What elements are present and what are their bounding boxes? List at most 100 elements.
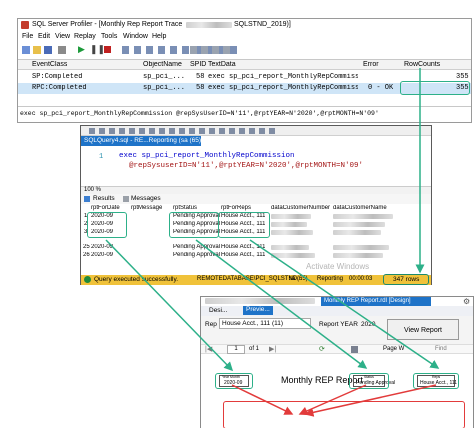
profiler-title-redacted	[186, 22, 232, 28]
row-customer-name-redacted	[333, 253, 383, 258]
ssms-toolbar-icons[interactable]	[89, 128, 279, 134]
col-rptfordate[interactable]: rptForDate	[91, 205, 120, 211]
open-icon[interactable]	[33, 46, 41, 54]
profiler-toolbar: ▶ ❚❚	[18, 44, 471, 57]
status-message: Query executed successfully.	[94, 276, 179, 283]
row-spid: 58	[196, 84, 205, 92]
menu-tools[interactable]: Tools	[101, 33, 117, 40]
col-datacustomername[interactable]: dataCustomerName	[333, 205, 387, 211]
row-number: 25	[83, 244, 90, 250]
row-customer-redacted	[271, 245, 309, 250]
new-trace-icon[interactable]	[22, 46, 30, 54]
row-error: 0 - OK	[368, 84, 394, 92]
tab-design[interactable]: Desi...	[209, 307, 227, 314]
annotation-red-body-box	[223, 401, 465, 428]
annotation-rows-box	[383, 274, 429, 285]
row-status: Pending Approval	[173, 252, 221, 258]
row-reps: House Acct., 111	[221, 244, 266, 250]
param-year-value[interactable]: 2020	[361, 321, 375, 328]
trace-statement: exec sp_pci_report_MonthlyRepCommission …	[20, 110, 379, 117]
param-year-label: Report YEAR	[319, 321, 358, 328]
view-report-button[interactable]: View Report	[387, 319, 459, 340]
next-page-icon[interactable]: ▶|	[269, 345, 276, 353]
stop-icon[interactable]	[104, 46, 111, 53]
row-customer-name-redacted	[333, 245, 389, 250]
tab-results[interactable]: Results	[93, 195, 115, 202]
ssms-query-editor[interactable]: 1 exec sp_pci_report_MonthlyRepCommissio…	[81, 146, 431, 186]
col-textdata[interactable]: TextData	[208, 61, 236, 68]
report-navigation: |◀ 1 of 1 ▶| ⟳ Page W Find	[201, 344, 473, 354]
results-grid: rptForDate rptMessage rptStatus rptForRe…	[81, 204, 431, 274]
row-date: 2020-09	[91, 252, 114, 258]
annotation-status-box	[169, 212, 219, 238]
editor-code-line2: @repSysuserID=N'11',@rptYEAR=N'2020',@rp…	[129, 162, 364, 170]
col-datacustomernumber[interactable]: dataCustomerNumber	[271, 205, 330, 211]
refresh-icon[interactable]: ⟳	[319, 345, 325, 353]
report-doc-tab-label: Monthly REP Report.rdl [Design]	[324, 298, 411, 304]
zoom-level[interactable]: 100 %	[84, 187, 101, 193]
messages-icon	[123, 196, 129, 202]
col-rptstatus[interactable]: rptStatus	[173, 205, 197, 211]
trace-statement-pane: exec sp_pci_report_MonthlyRepCommission …	[18, 106, 471, 123]
row-status: Pending Approval	[173, 244, 221, 250]
results-tabs: Results Messages	[81, 194, 431, 204]
menu-replay[interactable]: Replay	[74, 33, 96, 40]
menu-edit[interactable]: Edit	[38, 33, 50, 40]
status-database: Reporting	[317, 276, 344, 282]
tab-messages[interactable]: Messages	[131, 195, 161, 202]
row-reps: House Acct., 111	[221, 252, 266, 258]
report-doc-tab[interactable]: Monthly REP Report.rdl [Design]	[321, 297, 431, 306]
annotation-reps-box	[218, 212, 270, 238]
page-number-input[interactable]: 1	[227, 345, 245, 354]
row-customer-redacted	[271, 253, 315, 258]
report-parameters: Rep House Acct., 111 (11) Report YEAR 20…	[201, 316, 473, 344]
save-icon[interactable]	[44, 46, 52, 54]
status-success-icon	[84, 276, 91, 283]
ssms-window: SQLQuery4.sql - RE...Reporting (sa (65))…	[80, 125, 432, 285]
print-icon[interactable]	[351, 346, 358, 353]
profiler-menu-bar: File Edit View Replay Tools Window Help	[18, 32, 471, 43]
ssms-tab-label: SQLQuery4.sql - RE...Reporting (sa (65))…	[84, 137, 206, 144]
find-input[interactable]: Find	[435, 346, 447, 352]
col-objectname[interactable]: ObjectName	[143, 61, 182, 68]
pause-icon[interactable]: ❚❚	[90, 44, 105, 55]
menu-window[interactable]: Window	[123, 33, 148, 40]
page-width-select[interactable]: Page W	[383, 346, 404, 352]
col-spid[interactable]: SPID	[190, 61, 206, 68]
row-date: 2020-09	[91, 244, 114, 250]
row-number: 26	[83, 252, 90, 258]
col-eventclass[interactable]: EventClass	[32, 61, 67, 68]
col-rptforreps[interactable]: rptForReps	[221, 205, 251, 211]
col-error[interactable]: Error	[363, 61, 379, 68]
properties-icon[interactable]	[58, 46, 66, 54]
profiler-title-suffix: SQLSTND_2019)]	[234, 21, 291, 28]
run-icon[interactable]: ▶	[78, 44, 85, 55]
annotation-report-reps-box	[413, 373, 459, 389]
profiler-window: SQL Server Profiler - [Monthly Rep Repor…	[17, 18, 472, 123]
annotation-rowcount-box	[400, 81, 470, 95]
toolbar-icons-right[interactable]	[190, 46, 230, 54]
menu-file[interactable]: File	[22, 33, 33, 40]
param-rep-label: Rep	[205, 321, 217, 328]
results-row[interactable]: 26 2020-09 Pending Approval House Acct.,…	[81, 252, 431, 260]
menu-view[interactable]: View	[55, 33, 70, 40]
report-designer-window: Monthly REP Report.rdl [Design] ⚙ Desi..…	[200, 296, 474, 428]
row-customer-name-redacted	[333, 230, 381, 235]
results-row[interactable]: 25 2020-09 Pending Approval House Acct.,…	[81, 244, 431, 252]
first-page-icon[interactable]: |◀	[205, 345, 212, 353]
trace-grid: EventClass ObjectName SPID TextData Erro…	[18, 59, 471, 105]
tab-preview[interactable]: Previe...	[243, 306, 273, 315]
gear-icon[interactable]: ⚙	[463, 297, 470, 306]
col-rptmessage[interactable]: rptMessage	[131, 205, 162, 211]
ssms-query-tab[interactable]: SQLQuery4.sql - RE...Reporting (sa (65))…	[81, 136, 206, 146]
param-rep-select[interactable]: House Acct., 111 (11)	[219, 318, 311, 329]
col-rowcounts[interactable]: RowCounts	[404, 61, 440, 68]
row-text: exec sp_pci_report_MonthlyRepCommiss...	[208, 84, 358, 92]
row-object: sp_pci_...	[143, 84, 186, 92]
row-spid: 58	[196, 73, 205, 81]
row-object: sp_pci_...	[143, 73, 186, 81]
annotation-date-box	[87, 212, 127, 238]
status-elapsed: 00:00:03	[349, 276, 373, 282]
menu-help[interactable]: Help	[152, 33, 166, 40]
row-customer-redacted	[271, 222, 307, 227]
